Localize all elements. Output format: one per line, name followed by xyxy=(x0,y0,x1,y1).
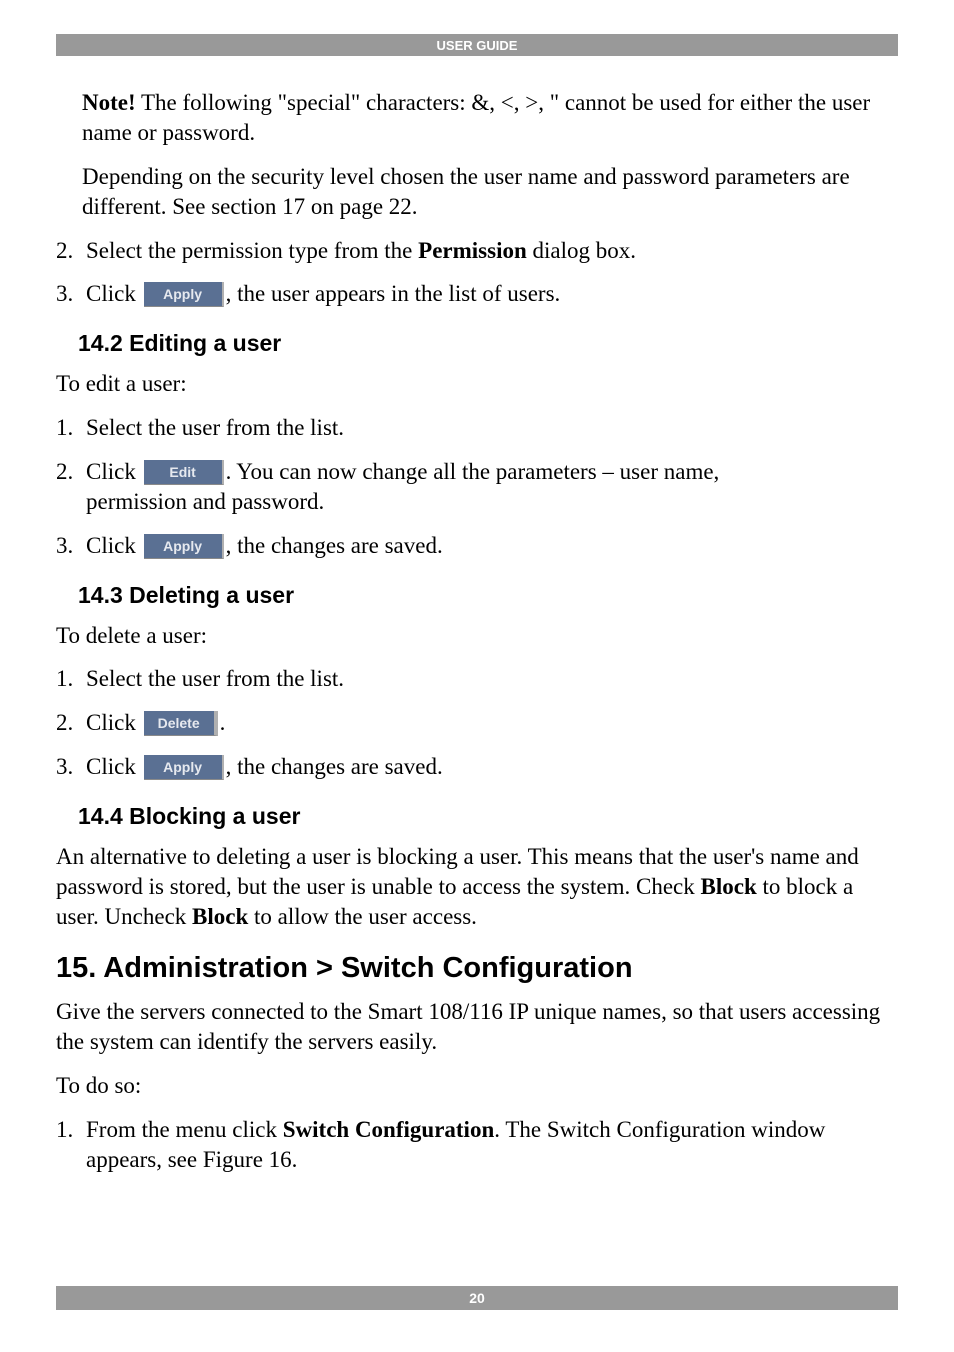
s15-step1-pre: From the menu click xyxy=(86,1117,283,1142)
step-text-post1: . You can now change all the parameters … xyxy=(226,457,720,487)
steps-15: 1. From the menu click Switch Configurat… xyxy=(56,1115,898,1175)
step-number: 3. xyxy=(56,531,86,561)
heading-14-3: 14.3 Deleting a user xyxy=(56,581,898,611)
step-number: 3. xyxy=(56,279,86,309)
depending-paragraph: Depending on the security level chosen t… xyxy=(82,162,898,222)
step-body: Select the user from the list. xyxy=(86,413,898,443)
heading-15: 15. Administration > Switch Configuratio… xyxy=(56,950,898,988)
step-text-pre: Click xyxy=(86,457,142,487)
step-text-pre: Click xyxy=(86,708,142,738)
s15-step1-post1: . The Switch Configuration window xyxy=(494,1117,825,1142)
heading-14-4: 14.4 Blocking a user xyxy=(56,802,898,832)
intro-15: Give the servers connected to the Smart … xyxy=(56,997,898,1057)
heading-14-2: 14.2 Editing a user xyxy=(56,329,898,359)
step-text-pre: Select the permission type from the xyxy=(86,238,418,263)
step-body: Click Apply , the user appears in the li… xyxy=(86,279,898,309)
block-word-1: Block xyxy=(701,874,757,899)
step-text-post: dialog box. xyxy=(527,238,636,263)
s143-step-1: 1. Select the user from the list. xyxy=(56,664,898,694)
s144-text-c: to allow the user access. xyxy=(248,904,477,929)
step-text-pre: Click xyxy=(86,531,142,561)
header-bar: USER GUIDE xyxy=(56,34,898,56)
page-number: 20 xyxy=(469,1290,485,1306)
step-body: From the menu click Switch Configuration… xyxy=(86,1115,898,1175)
apply-button-image: Apply xyxy=(144,282,224,307)
switch-config-word: Switch Configuration xyxy=(283,1117,495,1142)
step-number: 2. xyxy=(56,457,86,487)
delete-button-image: Delete xyxy=(144,711,218,736)
s15-step1-post2: appears, see Figure 16. xyxy=(86,1147,297,1172)
s15-step-1: 1. From the menu click Switch Configurat… xyxy=(56,1115,898,1175)
top-steps: 2. Select the permission type from the P… xyxy=(56,236,898,310)
note-paragraph: Note! The following "special" characters… xyxy=(82,88,898,148)
top-step-3: 3. Click Apply , the user appears in the… xyxy=(56,279,898,309)
step-text-post: . xyxy=(220,708,226,738)
apply-button-image: Apply xyxy=(144,534,224,559)
intro-14-2: To edit a user: xyxy=(56,369,898,399)
step-number: 2. xyxy=(56,708,86,738)
s143-step-3: 3. Click Apply , the changes are saved. xyxy=(56,752,898,782)
top-step-2: 2. Select the permission type from the P… xyxy=(56,236,898,266)
todo-15: To do so: xyxy=(56,1071,898,1101)
s142-step-3: 3. Click Apply , the changes are saved. xyxy=(56,531,898,561)
step-text-pre: Click xyxy=(86,752,142,782)
intro-14-3: To delete a user: xyxy=(56,621,898,651)
step-number: 3. xyxy=(56,752,86,782)
steps-14-3: 1. Select the user from the list. 2. Cli… xyxy=(56,664,898,782)
s142-step-2: 2. Click Edit . You can now change all t… xyxy=(56,457,898,517)
step-text-post2: permission and password. xyxy=(86,489,324,514)
footer-bar: 20 xyxy=(56,1286,898,1310)
step-body: Select the user from the list. xyxy=(86,664,898,694)
step-text-post: , the changes are saved. xyxy=(226,531,443,561)
steps-14-2: 1. Select the user from the list. 2. Cli… xyxy=(56,413,898,561)
step-text-post: , the changes are saved. xyxy=(226,752,443,782)
step-number: 1. xyxy=(56,1115,86,1145)
step-number: 1. xyxy=(56,413,86,443)
permission-word: Permission xyxy=(418,238,527,263)
block-word-2: Block xyxy=(192,904,248,929)
page: USER GUIDE Note! The following "special"… xyxy=(0,0,954,1352)
step-body: Click Delete . xyxy=(86,708,898,738)
edit-button-image: Edit xyxy=(144,460,224,485)
step-text-post: , the user appears in the list of users. xyxy=(226,279,561,309)
para-14-4: An alternative to deleting a user is blo… xyxy=(56,842,898,932)
step-body: Click Edit . You can now change all the … xyxy=(86,457,898,517)
note-block: Note! The following "special" characters… xyxy=(56,88,898,222)
step-number: 2. xyxy=(56,236,86,266)
step-text-pre: Click xyxy=(86,279,142,309)
note-text: The following "special" characters: &, <… xyxy=(82,90,870,145)
step-body: Click Apply , the changes are saved. xyxy=(86,752,898,782)
s142-step-1: 1. Select the user from the list. xyxy=(56,413,898,443)
header-title: USER GUIDE xyxy=(437,38,518,53)
step-body: Click Apply , the changes are saved. xyxy=(86,531,898,561)
note-label: Note! xyxy=(82,90,136,115)
content-area: Note! The following "special" characters… xyxy=(56,56,898,1175)
apply-button-image: Apply xyxy=(144,755,224,780)
step-number: 1. xyxy=(56,664,86,694)
s143-step-2: 2. Click Delete . xyxy=(56,708,898,738)
step-body: Select the permission type from the Perm… xyxy=(86,236,898,266)
